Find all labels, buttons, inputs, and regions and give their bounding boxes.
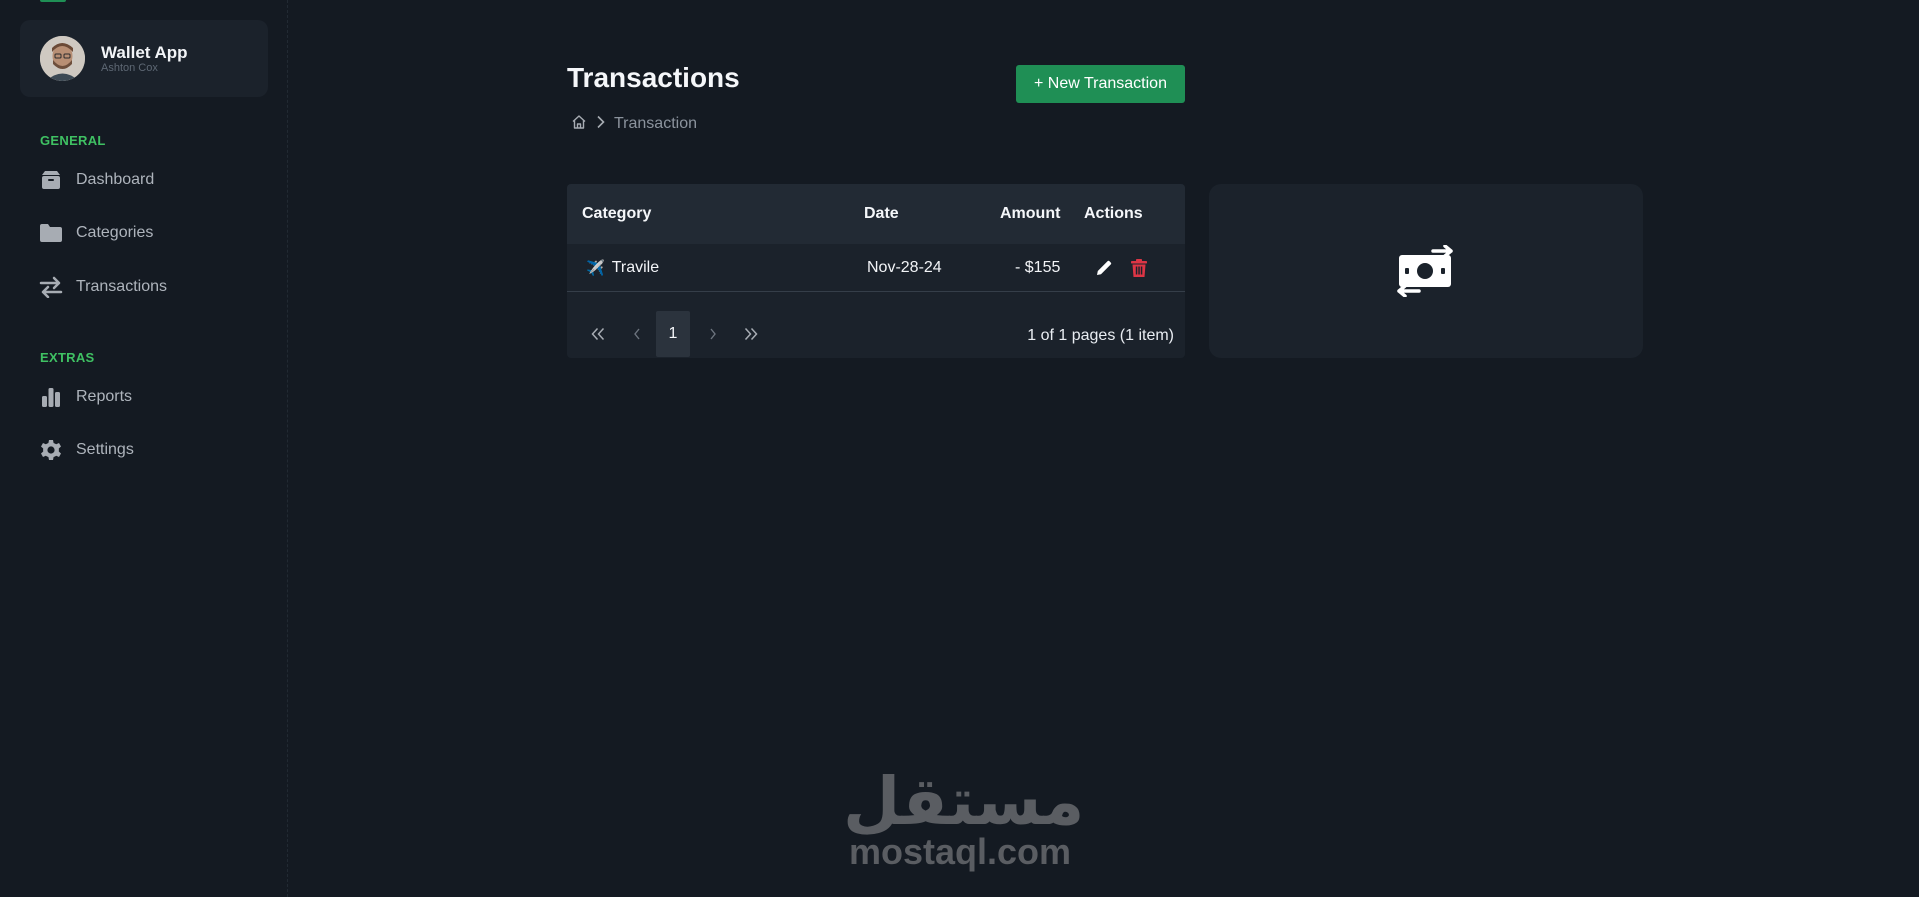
sidebar-item-label: Dashboard — [76, 171, 155, 188]
watermark-latin: mostaql.com — [848, 831, 1072, 872]
column-header-category[interactable]: Category — [582, 205, 651, 223]
illustration-card — [1209, 184, 1643, 358]
date-cell: Nov-28-24 — [867, 259, 942, 276]
sidebar: Wallet App Ashton Cox GENERAL Dashboard … — [0, 0, 288, 897]
gear-icon — [38, 437, 64, 463]
table-row[interactable]: ✈️ Travile Nov-28-24 - $155 — [567, 244, 1185, 292]
breadcrumb-current: Transaction — [614, 115, 697, 132]
chevron-right-icon — [596, 115, 606, 134]
profile-card[interactable]: Wallet App Ashton Cox — [20, 20, 268, 97]
sidebar-item-label: Categories — [76, 224, 154, 241]
page-number-button[interactable]: 1 — [656, 311, 690, 357]
chevron-left-icon — [634, 328, 640, 340]
pagination-info: 1 of 1 pages (1 item) — [1027, 327, 1174, 344]
next-page-button[interactable] — [696, 311, 730, 357]
app-name: Wallet App — [101, 43, 188, 62]
sidebar-item-label: Reports — [76, 388, 133, 405]
section-label-general: GENERAL — [40, 133, 106, 148]
watermark: مستقل mostaql.com — [843, 762, 1085, 882]
amount-cell: - $155 — [1015, 259, 1061, 276]
new-transaction-button[interactable]: + New Transaction — [1016, 65, 1185, 103]
edit-button[interactable] — [1093, 257, 1115, 279]
pagination: 1 1 of 1 pages (1 item) — [567, 293, 1185, 358]
bar-chart-icon — [38, 384, 64, 410]
double-chevron-right-icon — [744, 327, 758, 341]
airplane-icon: ✈️ — [586, 260, 605, 277]
sidebar-item-reports[interactable]: Reports — [38, 381, 258, 413]
watermark-arabic: مستقل — [843, 763, 1085, 840]
column-header-date[interactable]: Date — [864, 205, 899, 223]
pencil-icon — [1097, 260, 1112, 275]
delete-button[interactable] — [1128, 257, 1150, 279]
prev-page-button[interactable] — [620, 311, 654, 357]
chevron-right-icon — [710, 328, 716, 340]
app-root: Wallet App Ashton Cox GENERAL Dashboard … — [0, 0, 1919, 897]
column-header-amount[interactable]: Amount — [1000, 205, 1060, 223]
page-title: Transactions — [567, 62, 740, 93]
sidebar-item-label: Transactions — [76, 278, 167, 295]
sidebar-item-settings[interactable]: Settings — [38, 434, 258, 466]
home-icon[interactable] — [571, 114, 587, 135]
sidebar-item-label: Settings — [76, 441, 134, 458]
top-accent-mark — [40, 0, 66, 2]
sidebar-item-categories[interactable]: Categories — [38, 217, 258, 249]
category-name: Travile — [611, 259, 660, 276]
double-chevron-left-icon — [591, 327, 605, 341]
sidebar-item-transactions[interactable]: Transactions — [38, 271, 258, 303]
arrows-exchange-icon — [38, 274, 64, 300]
user-name: Ashton Cox — [101, 62, 158, 74]
first-page-button[interactable] — [581, 311, 615, 357]
folder-icon — [38, 220, 64, 246]
category-cell: ✈️ Travile — [586, 259, 659, 277]
sidebar-item-dashboard[interactable]: Dashboard — [38, 164, 258, 196]
section-label-extras: EXTRAS — [40, 350, 95, 365]
column-header-actions: Actions — [1084, 205, 1143, 222]
table-header: Category Date Amount Actions — [567, 184, 1185, 244]
transactions-table: Category Date Amount Actions ✈️ Travile … — [567, 184, 1185, 358]
money-exchange-icon — [1397, 245, 1453, 297]
trash-icon — [1131, 259, 1147, 277]
avatar — [40, 36, 85, 81]
breadcrumb: Transaction — [571, 113, 697, 135]
last-page-button[interactable] — [734, 311, 768, 357]
box-icon — [38, 167, 64, 193]
